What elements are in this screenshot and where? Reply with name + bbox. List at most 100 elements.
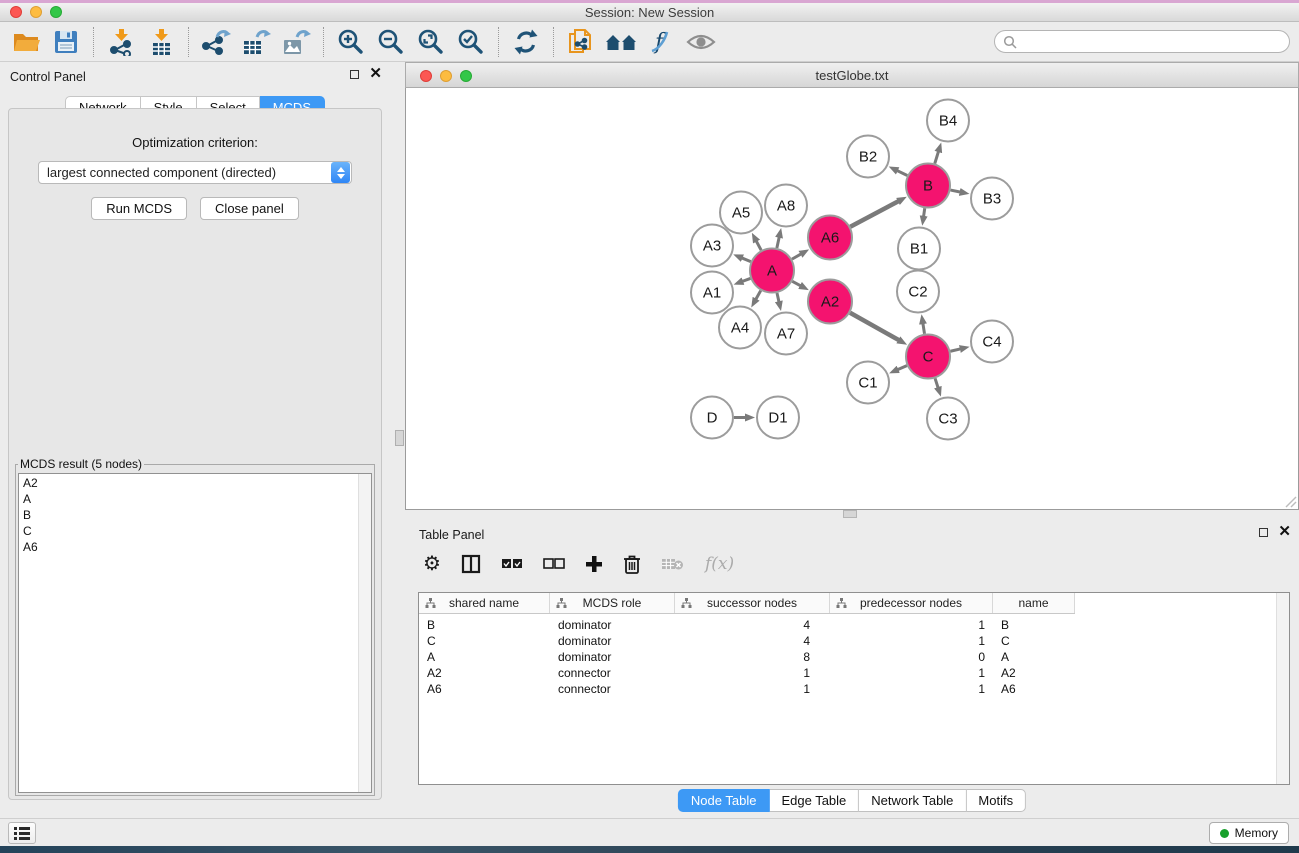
graph-edge-B-B4[interactable] xyxy=(935,151,939,163)
graph-edge-B-B3[interactable] xyxy=(951,190,961,192)
graph-node-A1[interactable]: A1 xyxy=(691,272,733,314)
table-cell[interactable]: 4 xyxy=(675,617,830,633)
graph-edge-A-A1[interactable] xyxy=(742,278,750,281)
import-table-button[interactable] xyxy=(141,25,181,59)
table-cell[interactable]: C xyxy=(419,633,550,649)
graph-edge-A-A6[interactable] xyxy=(792,254,801,259)
graph-node-D[interactable]: D xyxy=(691,397,733,439)
table-cell[interactable]: A xyxy=(993,649,1075,665)
graph-edge-A-A4[interactable] xyxy=(756,291,761,300)
graph-edge-B-B1[interactable] xyxy=(924,208,925,217)
scrollbar-track[interactable] xyxy=(358,474,371,792)
table-cell[interactable]: 1 xyxy=(830,665,993,681)
hide-graphics-details-button[interactable]: f xyxy=(641,25,681,59)
mcds-result-item[interactable]: B xyxy=(19,507,357,523)
zoom-window-button[interactable] xyxy=(50,6,62,18)
zoom-out-button[interactable] xyxy=(371,25,411,59)
graph-node-C4[interactable]: C4 xyxy=(971,321,1013,363)
graph-node-A8[interactable]: A8 xyxy=(765,185,807,227)
table-cell[interactable]: C xyxy=(993,633,1075,649)
float-panel-icon[interactable] xyxy=(350,70,359,79)
close-panel-icon[interactable]: ✕ xyxy=(1278,526,1291,538)
export-network-button[interactable] xyxy=(196,25,236,59)
column-header-name[interactable]: name xyxy=(993,593,1075,613)
minimize-window-button[interactable] xyxy=(30,6,42,18)
close-network-button[interactable] xyxy=(420,70,432,82)
mcds-result-list[interactable]: A2ABCA6 xyxy=(18,473,372,793)
graph-edge-A-A3[interactable] xyxy=(742,258,751,262)
new-network-from-selection-button[interactable] xyxy=(561,25,601,59)
horizontal-splitter-handle[interactable] xyxy=(843,510,857,518)
task-history-button[interactable] xyxy=(8,822,36,844)
table-cell[interactable]: dominator xyxy=(550,649,675,665)
graph-node-B[interactable]: B xyxy=(906,164,950,208)
zoom-selected-button[interactable] xyxy=(451,25,491,59)
network-canvas[interactable]: B4B2BB3A5A8A6A3B1AA1C2A2A4A7C4CC1C3DD1 xyxy=(405,88,1299,510)
graph-node-C3[interactable]: C3 xyxy=(927,398,969,440)
close-panel-icon[interactable]: ✕ xyxy=(369,68,382,80)
save-session-button[interactable] xyxy=(46,25,86,59)
search-field[interactable] xyxy=(994,30,1290,53)
table-cell[interactable]: 4 xyxy=(675,633,830,649)
zoom-network-button[interactable] xyxy=(460,70,472,82)
table-cell[interactable]: 1 xyxy=(675,665,830,681)
graph-edge-A2-C[interactable] xyxy=(850,313,899,341)
table-row[interactable]: Adominator80A xyxy=(419,649,1289,665)
table-cell[interactable]: B xyxy=(419,617,550,633)
delete-column-button[interactable] xyxy=(623,550,641,578)
node-table[interactable]: shared name MCDS role successor nodes pr… xyxy=(418,592,1290,785)
table-cell[interactable]: 1 xyxy=(830,681,993,697)
table-cell[interactable]: A xyxy=(419,649,550,665)
column-header-predecessor-nodes[interactable]: predecessor nodes xyxy=(830,593,993,613)
graph-edge-A6-B[interactable] xyxy=(850,201,899,227)
graph-node-A2[interactable]: A2 xyxy=(808,280,852,324)
tab-motifs[interactable]: Motifs xyxy=(966,789,1026,812)
graph-node-B3[interactable]: B3 xyxy=(971,178,1013,220)
zoom-in-button[interactable] xyxy=(331,25,371,59)
table-cell[interactable]: connector xyxy=(550,665,675,681)
resize-grip-icon[interactable] xyxy=(1284,495,1297,508)
table-cell[interactable]: B xyxy=(993,617,1075,633)
table-cell[interactable]: dominator xyxy=(550,633,675,649)
function-builder-button[interactable]: f(x) xyxy=(705,550,734,578)
table-cell[interactable]: 8 xyxy=(675,649,830,665)
scrollbar-track[interactable] xyxy=(1276,593,1289,784)
graph-node-C1[interactable]: C1 xyxy=(847,362,889,404)
import-network-button[interactable] xyxy=(101,25,141,59)
memory-button[interactable]: Memory xyxy=(1209,822,1289,844)
graph-node-A7[interactable]: A7 xyxy=(765,313,807,355)
export-table-button[interactable] xyxy=(236,25,276,59)
minimize-network-button[interactable] xyxy=(440,70,452,82)
toggle-panels-button[interactable] xyxy=(601,25,641,59)
graph-edge-C-C1[interactable] xyxy=(897,366,907,370)
delete-table-button[interactable] xyxy=(661,550,685,578)
graph-edge-C-C2[interactable] xyxy=(923,323,925,334)
graph-node-A[interactable]: A xyxy=(750,249,794,293)
graph-node-A6[interactable]: A6 xyxy=(808,216,852,260)
graph-node-B1[interactable]: B1 xyxy=(898,228,940,270)
export-image-button[interactable] xyxy=(276,25,316,59)
graph-node-B4[interactable]: B4 xyxy=(927,100,969,142)
network-window-titlebar[interactable]: testGlobe.txt xyxy=(405,62,1299,88)
graph-node-D1[interactable]: D1 xyxy=(757,397,799,439)
graph-node-A5[interactable]: A5 xyxy=(720,192,762,234)
run-mcds-button[interactable]: Run MCDS xyxy=(91,197,187,220)
criterion-dropdown[interactable]: largest connected component (directed) xyxy=(38,161,352,184)
graph-node-B2[interactable]: B2 xyxy=(847,136,889,178)
network-graph[interactable]: B4B2BB3A5A8A6A3B1AA1C2A2A4A7C4CC1C3DD1 xyxy=(406,88,1298,509)
table-cell[interactable]: 1 xyxy=(830,633,993,649)
refresh-view-button[interactable] xyxy=(506,25,546,59)
search-input[interactable] xyxy=(1022,35,1281,49)
mcds-result-item[interactable]: A xyxy=(19,491,357,507)
table-row[interactable]: Cdominator41C xyxy=(419,633,1289,649)
graph-edge-A-A8[interactable] xyxy=(777,237,779,248)
graph-edge-A-A5[interactable] xyxy=(756,241,761,250)
select-all-columns-button[interactable] xyxy=(501,550,523,578)
graph-node-C2[interactable]: C2 xyxy=(897,271,939,313)
table-cell[interactable]: 1 xyxy=(830,617,993,633)
close-panel-button[interactable]: Close panel xyxy=(200,197,299,220)
tab-network-table[interactable]: Network Table xyxy=(859,789,966,812)
table-cell[interactable]: connector xyxy=(550,681,675,697)
table-row[interactable]: Bdominator41B xyxy=(419,617,1289,633)
graph-node-C[interactable]: C xyxy=(906,335,950,379)
